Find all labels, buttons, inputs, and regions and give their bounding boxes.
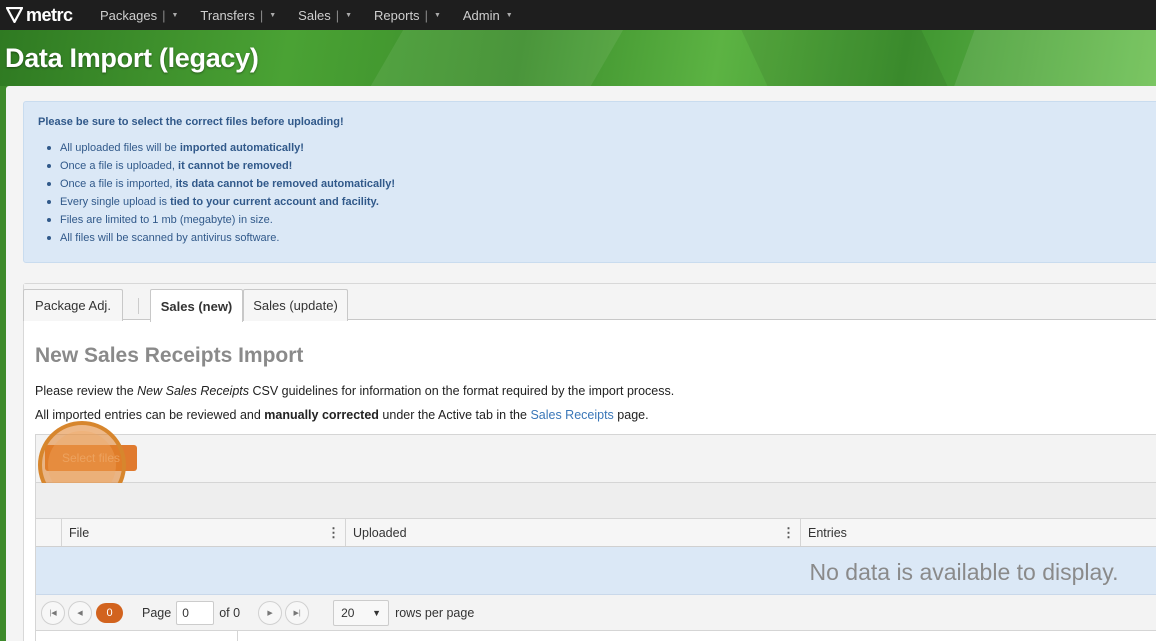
sales-receipts-link[interactable]: Sales Receipts [530, 408, 613, 422]
alert-item-emphasis: its data cannot be removed automatically… [175, 178, 396, 190]
no-data-message: No data is available to display. [809, 559, 1119, 585]
page-title: Data Import (legacy) [5, 43, 259, 73]
page-number-input[interactable]: 0 [176, 600, 215, 625]
column-header-label: Uploaded [353, 525, 407, 540]
nav-sales[interactable]: Sales | ▼ [298, 8, 352, 23]
tab-sales-update[interactable]: Sales (update) [243, 289, 348, 321]
column-header-uploaded[interactable]: Uploaded ⋮ [346, 519, 801, 546]
first-page-icon[interactable]: |◀ [41, 600, 65, 625]
chevron-down-icon[interactable]: ▼ [269, 12, 276, 19]
tab-sales-new[interactable]: Sales (new) [150, 289, 243, 322]
alert-item-text: Files are limited to 1 mb (megabyte) in … [60, 214, 273, 226]
alert-item: All files will be scanned by antivirus s… [38, 229, 1148, 247]
alert-item-emphasis: imported automatically! [179, 142, 304, 154]
page-size-select[interactable]: 20 ▼ [333, 599, 390, 626]
banner-decoration [941, 30, 1156, 86]
alert-item: Once a file is uploaded, it cannot be re… [38, 157, 1148, 175]
nav-sales-label: Sales [298, 7, 331, 23]
text-segment: Please review the [35, 384, 138, 398]
alert-item-emphasis: it cannot be removed! [178, 160, 293, 172]
page-size-value: 20 [341, 605, 355, 620]
alert-item: Every single upload is tied to your curr… [38, 193, 1148, 211]
column-header-label: Entries [808, 525, 847, 540]
nav-separator: | [335, 7, 340, 23]
alert-list: All uploaded files will be imported auto… [38, 139, 1148, 247]
grid-pager: |◀ ◀ 0 Page 0 of 0 ▶ ▶| 20 ▼ rows per pa… [36, 595, 1156, 631]
nav-reports[interactable]: Reports | ▼ [374, 8, 441, 23]
prev-page-icon[interactable]: ◀ [68, 600, 92, 625]
vertical-ellipsis-icon[interactable]: ⋮ [782, 525, 795, 541]
nav-separator: | [424, 7, 428, 23]
chevron-down-icon[interactable]: ▼ [345, 12, 352, 19]
nav-admin[interactable]: Admin ▼ [463, 8, 513, 23]
text-segment: under the Active tab in the [378, 408, 531, 422]
alert-item-text: Once a file is uploaded, [60, 160, 179, 172]
alert-item-text: Every single upload is [60, 196, 171, 208]
chevron-down-icon[interactable]: ▼ [171, 12, 178, 19]
nav-admin-label: Admin [462, 7, 500, 23]
text-segment: All imported entries can be reviewed and [35, 408, 265, 422]
banner-decoration [736, 30, 964, 86]
upload-grid: Select files File ⋮ Uploaded ⋮ Entries N… [35, 421, 1156, 641]
page-count-label: of 0 [219, 605, 241, 620]
review-text: All imported entries can be reviewed and… [35, 408, 649, 422]
alert-item-emphasis: tied to your current account and facilit… [170, 196, 379, 208]
tab-divider [138, 298, 139, 314]
text-segment: CSV guidelines for information on the fo… [249, 384, 675, 398]
metrc-logo[interactable]: metrc [0, 5, 100, 26]
next-page-icon[interactable]: ▶ [258, 600, 283, 625]
column-header-label: File [69, 525, 90, 540]
chevron-down-icon[interactable]: ▼ [506, 12, 513, 19]
select-column-header [36, 519, 62, 546]
guidelines-text: Please review the New Sales Receipts CSV… [35, 384, 674, 398]
nav-separator: | [162, 7, 166, 23]
grid-header-row: File ⋮ Uploaded ⋮ Entries [36, 519, 1156, 547]
logo-text: metrc [26, 4, 73, 25]
select-files-button[interactable]: Select files [45, 445, 137, 471]
banner-decoration [345, 30, 635, 86]
nav-reports-label: Reports [374, 7, 420, 23]
alert-item: All uploaded files will be imported auto… [38, 139, 1148, 157]
tab-strip: Package Adj. Sales (new) Sales (update) [23, 284, 1156, 322]
section-title: New Sales Receipts Import [35, 344, 304, 367]
grid-footer-cell [36, 631, 238, 641]
nav-packages[interactable]: Packages | ▼ [100, 8, 178, 23]
nav-transfers[interactable]: Transfers | ▼ [200, 8, 276, 23]
text-segment: page. [613, 408, 649, 422]
nav-transfers-label: Transfers [200, 7, 255, 23]
grid-toolbar: Select files [36, 421, 1156, 509]
column-header-entries[interactable]: Entries [801, 519, 1156, 546]
nav-separator: | [259, 7, 264, 23]
alert-item: Once a file is imported, its data cannot… [38, 175, 1148, 193]
column-header-file[interactable]: File ⋮ [62, 519, 346, 546]
alert-item-text: Once a file is imported, [60, 178, 176, 190]
no-records-row: No data is available to display. [36, 547, 1156, 595]
alert-item-text: All uploaded files will be [60, 142, 180, 154]
rows-per-page-label: rows per page [395, 605, 475, 620]
main-card: Please be sure to select the correct fil… [6, 86, 1156, 641]
caret-down-icon: ▼ [372, 607, 382, 618]
page-header-banner: Data Import (legacy) [0, 30, 1156, 86]
info-alert: Please be sure to select the correct fil… [23, 101, 1156, 263]
import-tabpanel: Package Adj. Sales (new) Sales (update) … [23, 283, 1156, 641]
alert-item-text: All files will be scanned by antivirus s… [60, 232, 280, 244]
last-page-icon[interactable]: ▶| [285, 600, 310, 625]
tab-package-adj[interactable]: Package Adj. [23, 289, 123, 321]
metrc-shield-icon [6, 7, 23, 23]
page-label: Page [142, 605, 172, 620]
alert-item: Files are limited to 1 mb (megabyte) in … [38, 211, 1148, 229]
alert-title: Please be sure to select the correct fil… [38, 116, 344, 128]
text-emphasis: New Sales Receipts [137, 384, 249, 398]
vertical-ellipsis-icon[interactable]: ⋮ [327, 525, 340, 541]
current-page-badge: 0 [96, 602, 123, 623]
grid-group-bar [36, 483, 1156, 519]
nav-packages-label: Packages [100, 7, 158, 23]
text-emphasis: manually corrected [264, 408, 379, 422]
top-navbar: metrc Packages | ▼ Transfers | ▼ Sales |… [0, 0, 1156, 30]
chevron-down-icon[interactable]: ▼ [434, 12, 441, 19]
